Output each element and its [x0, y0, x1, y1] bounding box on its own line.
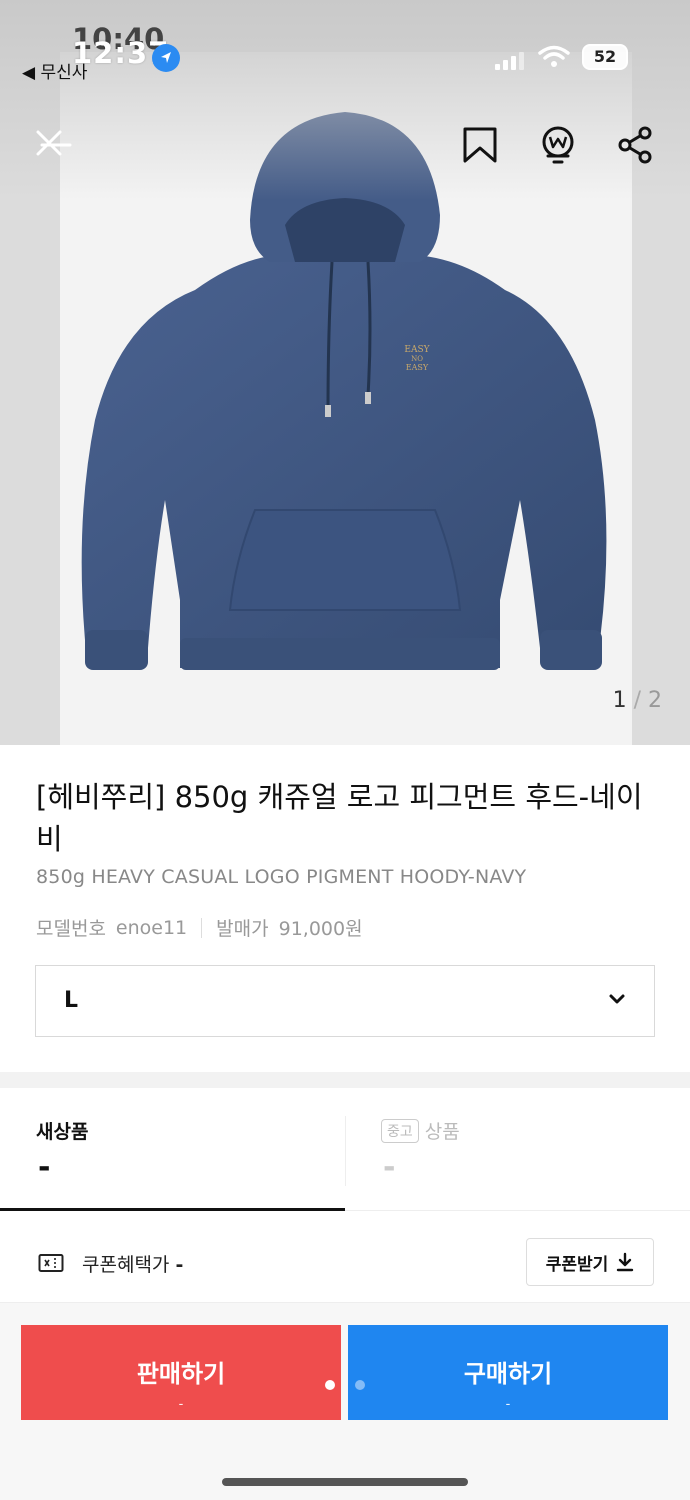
cellular-signal-icon [495, 52, 524, 70]
page-current: 1 [612, 688, 627, 713]
model-number-label: 모델번호 [36, 918, 106, 940]
sell-button[interactable]: 판매하기 - [21, 1325, 341, 1420]
battery-indicator: 52 [582, 44, 628, 70]
close-icon [36, 130, 72, 156]
get-coupon-label: 쿠폰받기 [545, 1254, 609, 1274]
tab-used-price: - [383, 1150, 396, 1185]
bell-w-icon [542, 126, 574, 164]
image-page-indicator: 1 / 2 [613, 688, 662, 713]
action-dot-active [325, 1380, 335, 1390]
tab-new-label: 새상품 [36, 1121, 89, 1143]
hoodie-logo-line-3: EASY [406, 363, 429, 372]
product-title: [헤비쭈리] 850g 캐쥬얼 로고 피그먼트 후드-네이비 [36, 780, 643, 856]
size-select[interactable]: L [35, 965, 655, 1037]
back-to-app-link[interactable]: ◀ 무신사 [22, 58, 87, 83]
product-meta: 모델번호 enoe11 발매가 91,000원 [36, 914, 363, 941]
home-indicator[interactable] [222, 1478, 468, 1486]
tab-new-price: - [38, 1150, 51, 1185]
tab-used-label: 상품 [424, 1121, 460, 1143]
hoodie-logo-line-2: NO [411, 355, 423, 363]
share-button[interactable] [614, 124, 658, 168]
product-subtitle: 850g HEAVY CASUAL LOGO PIGMENT HOODY-NAV… [36, 866, 527, 888]
status-bar: 10:40 12:37 ◀ 무신사 52 [0, 0, 690, 90]
tab-used-label-group: 중고 상품 [381, 1117, 460, 1144]
sell-button-label: 판매하기 [136, 1361, 226, 1388]
close-button[interactable] [30, 124, 74, 168]
release-price-label: 발매가 [216, 918, 269, 940]
coupon-benefit: 쿠폰혜택가 - [82, 1250, 183, 1277]
wifi-icon [538, 45, 570, 67]
page-separator: / [633, 688, 641, 713]
meta-divider [201, 917, 203, 938]
bookmark-button[interactable] [458, 124, 502, 168]
buy-button-price: - [505, 1395, 511, 1411]
page-total: 2 [648, 688, 662, 713]
model-number-value: enoe11 [115, 916, 188, 939]
used-badge: 중고 [381, 1118, 419, 1143]
bottom-bar-divider [0, 1302, 690, 1303]
get-coupon-button[interactable]: 쿠폰받기 [526, 1238, 654, 1286]
section-divider-band [0, 1072, 690, 1088]
buy-button-label: 구매하기 [463, 1361, 553, 1388]
hoodie-logo-line-1: EASY [404, 345, 430, 355]
sell-button-price: - [178, 1395, 184, 1411]
tab-new-product[interactable]: 새상품 - [0, 1100, 345, 1212]
tab-active-underline [0, 1208, 345, 1211]
action-dot-inactive [355, 1380, 365, 1390]
tab-used-product[interactable]: 중고 상품 - [345, 1100, 690, 1212]
coupon-benefit-value: - [175, 1254, 184, 1276]
share-icon [618, 126, 652, 164]
product-image-area[interactable]: EASY NO EASY 1 / 2 [0, 0, 690, 745]
download-icon [617, 1252, 634, 1272]
buy-button[interactable]: 구매하기 - [348, 1325, 668, 1420]
size-select-value: L [64, 988, 79, 1013]
coupon-benefit-label: 쿠폰혜택가 [82, 1254, 170, 1276]
release-price-value: 91,000원 [278, 918, 363, 940]
location-arrow-icon [152, 44, 180, 72]
chevron-down-icon [609, 994, 625, 1004]
coupon-icon [38, 1254, 64, 1272]
bookmark-icon [463, 127, 497, 163]
notification-button[interactable] [536, 124, 580, 168]
